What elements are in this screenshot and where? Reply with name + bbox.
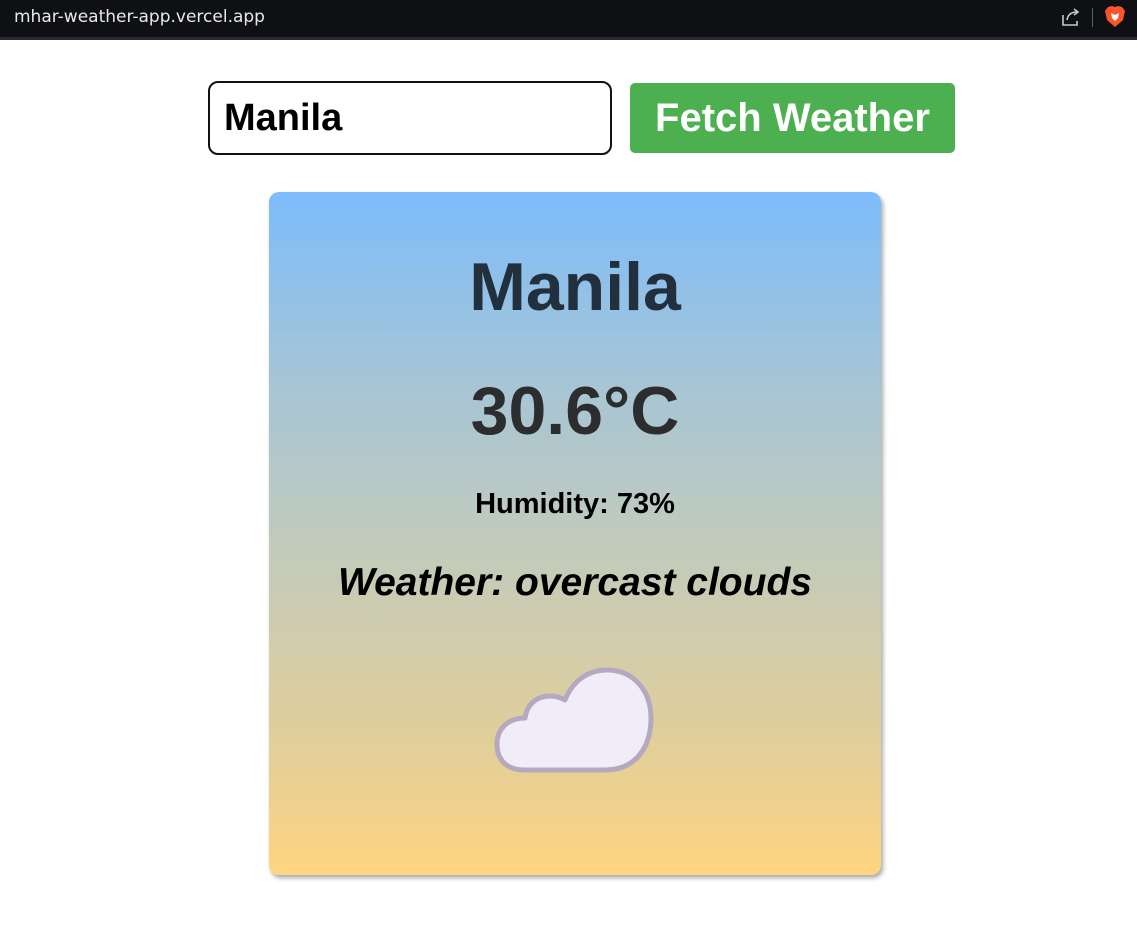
browser-address-bar: mhar-weather-app.vercel.app <box>0 0 1137 40</box>
cloud-icon <box>494 667 654 773</box>
share-icon[interactable] <box>1060 6 1082 28</box>
humidity: Humidity: 73% <box>475 488 675 520</box>
fetch-weather-button[interactable]: Fetch Weather <box>630 83 955 153</box>
weather-card: Manila 30.6°C Humidity: 73% Weather: ove… <box>269 192 881 875</box>
brave-icon[interactable] <box>1104 5 1126 29</box>
url-text[interactable]: mhar-weather-app.vercel.app <box>14 7 265 27</box>
toolbar-divider <box>1092 8 1093 27</box>
city-name: Manila <box>469 249 681 325</box>
city-search-input[interactable] <box>208 81 612 155</box>
weather-description: Weather: overcast clouds <box>338 561 812 604</box>
temperature: 30.6°C <box>470 373 680 449</box>
